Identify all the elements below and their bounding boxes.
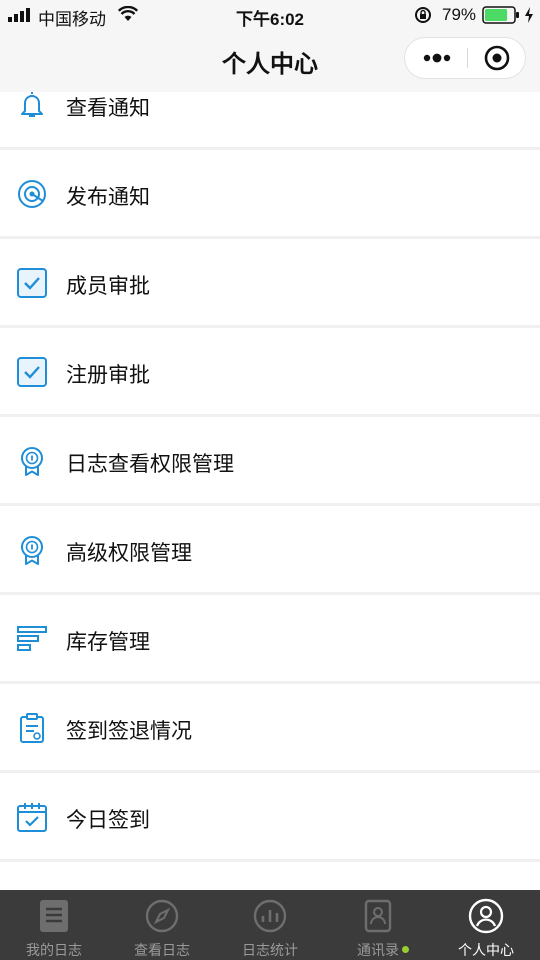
menu-item-publish-notice[interactable]: 发布通知 — [0, 153, 540, 239]
menu-item-log-view-permission[interactable]: 日志查看权限管理 — [0, 420, 540, 506]
badge-icon — [21, 447, 43, 476]
menu-item-view-notices[interactable]: 查看通知 — [0, 92, 540, 150]
menu-item-label: 今日签到 — [66, 809, 150, 832]
tab-my-logs[interactable]: 我的日志 — [0, 890, 108, 960]
new-content-dot — [402, 946, 409, 953]
menu-item-label: 查看通知 — [66, 97, 150, 120]
tab-personal-center[interactable]: 个人中心 — [432, 890, 540, 960]
person-icon — [468, 898, 504, 934]
menu-item-label: 注册审批 — [66, 364, 150, 387]
charging-bolt-icon — [525, 7, 533, 23]
tab-label: 查看日志 — [134, 942, 190, 958]
menu-item-member-approval[interactable]: 成员审批 — [0, 242, 540, 328]
bell-icon — [21, 92, 43, 117]
battery-icon — [482, 6, 519, 24]
chart-icon — [253, 899, 287, 933]
badge-icon — [21, 536, 43, 565]
menu-list: 查看通知 发布通知 成员审批 注册审批 日志查看权限管理 高级权限管理 库存管理… — [0, 92, 540, 890]
calendar-check-icon — [17, 803, 47, 832]
battery-percent: 79% — [442, 5, 477, 24]
checkbox-icon — [17, 357, 47, 387]
tab-bar: 我的日志 查看日志 日志统计 通讯录 个人中心 — [0, 890, 540, 960]
tab-contacts[interactable]: 通讯录 — [324, 890, 432, 960]
menu-item-registration-approval[interactable]: 注册审批 — [0, 331, 540, 417]
tab-view-logs[interactable]: 查看日志 — [108, 890, 216, 960]
menu-item-label: 库存管理 — [66, 631, 150, 654]
target-close-icon — [484, 45, 510, 71]
compass-icon — [145, 899, 179, 933]
inventory-icon — [17, 626, 47, 651]
mini-program-capsule — [404, 37, 526, 79]
tab-log-statistics[interactable]: 日志统计 — [216, 890, 324, 960]
menu-item-advanced-permission[interactable]: 高级权限管理 — [0, 509, 540, 595]
contacts-icon — [364, 899, 392, 933]
menu-item-inventory[interactable]: 库存管理 — [0, 598, 540, 684]
clipboard-icon — [20, 713, 44, 743]
more-button[interactable] — [405, 38, 467, 78]
tab-label: 通讯录 — [357, 942, 399, 958]
navigation-bar: 个人中心 — [0, 30, 540, 92]
broadcast-icon — [18, 180, 46, 208]
status-bar: 中国移动 下午6:02 79% — [0, 0, 540, 30]
menu-item-label: 日志查看权限管理 — [66, 453, 234, 476]
more-dots-icon — [423, 53, 451, 63]
checkbox-icon — [17, 268, 47, 298]
document-icon — [40, 900, 68, 932]
tab-label: 个人中心 — [458, 942, 514, 958]
tab-label: 我的日志 — [26, 942, 82, 958]
menu-item-checkin-status[interactable]: 签到签退情况 — [0, 687, 540, 773]
menu-item-label: 高级权限管理 — [66, 542, 192, 565]
menu-item-label: 签到签退情况 — [66, 720, 192, 743]
close-mini-program-button[interactable] — [468, 38, 526, 78]
menu-item-label: 成员审批 — [66, 275, 150, 298]
orientation-lock-icon — [415, 7, 431, 23]
menu-item-today-checkin[interactable]: 今日签到 — [0, 776, 540, 862]
tab-label: 日志统计 — [242, 942, 298, 958]
menu-item-label: 发布通知 — [66, 186, 150, 209]
